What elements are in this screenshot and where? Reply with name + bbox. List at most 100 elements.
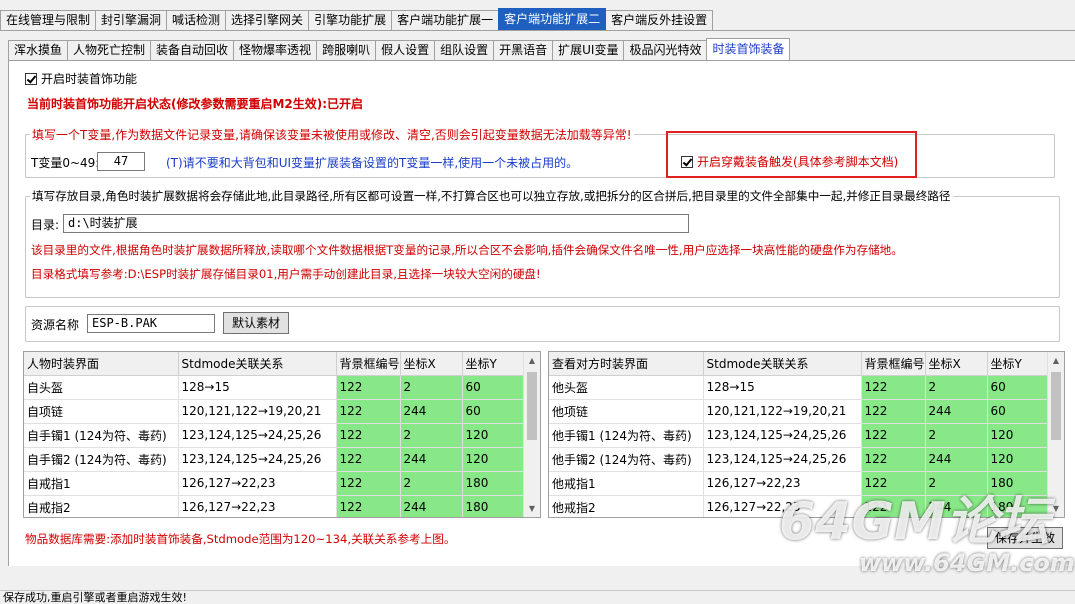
table-cell[interactable]: 122	[861, 447, 926, 472]
table-cell[interactable]: 60	[462, 375, 525, 400]
table-cell[interactable]: 123,124,125→24,25,26	[703, 447, 862, 472]
table-cell[interactable]: 244	[400, 495, 463, 517]
scroll-up-icon[interactable]: ▲	[1048, 352, 1064, 369]
table-cell[interactable]: 123,124,125→24,25,26	[178, 423, 337, 448]
table-row[interactable]: 自头盔 128→15 122 2 60	[24, 375, 525, 400]
table-cell[interactable]: 自项链	[24, 399, 179, 424]
table-cell[interactable]: 60	[987, 375, 1050, 400]
left-fashion-table: 人物时装界面 Stdmode关联关系 背景框编号 坐标X 坐标Y 自头盔 128→…	[23, 351, 541, 518]
table-cell[interactable]: 120,121,122→19,20,21	[703, 399, 862, 424]
tab-engine-vulnerability[interactable]: 封引擎漏洞	[95, 10, 168, 30]
table-cell[interactable]: 120	[987, 423, 1050, 448]
table-cell[interactable]: 120	[987, 447, 1050, 472]
table-cell[interactable]: 180	[462, 495, 525, 517]
table-row[interactable]: 自手镯2 (124为符、毒药) 123,124,125→24,25,26 122 24…	[24, 447, 525, 472]
table-cell[interactable]: 60	[462, 399, 525, 424]
table-row[interactable]: 他项链 120,121,122→19,20,21 122 244 60	[549, 399, 1050, 424]
table-cell[interactable]: 180	[462, 471, 525, 496]
table-cell[interactable]: 自戒指2	[24, 495, 179, 517]
tab-fake-player[interactable]: 假人设置	[375, 40, 436, 60]
table-cell[interactable]: 122	[336, 471, 401, 496]
table-row[interactable]: 自戒指1 126,127→22,23 122 2 180	[24, 471, 525, 496]
tab-drop-rate[interactable]: 怪物爆率透视	[233, 40, 318, 60]
table-cell[interactable]: 122	[336, 399, 401, 424]
table-cell[interactable]: 2	[400, 375, 463, 400]
table-cell[interactable]: 他戒指1	[549, 471, 704, 496]
resource-input[interactable]: ESP-B.PAK	[87, 314, 215, 333]
tab-muddy-fishing[interactable]: 浑水摸鱼	[8, 40, 69, 60]
table-cell[interactable]: 122	[336, 375, 401, 400]
enable-fashion-checkbox[interactable]: 开启时装首饰功能	[25, 70, 137, 87]
table-cell[interactable]: 128→15	[178, 375, 337, 400]
sub-tab-bar: 浑水摸鱼 人物死亡控制 装备自动回收 怪物爆率透视 跨服喇叭 假人设置 组队设置…	[8, 38, 791, 60]
table-cell[interactable]: 122	[861, 423, 926, 448]
table-row[interactable]: 自项链 120,121,122→19,20,21 122 244 60	[24, 399, 525, 424]
tab-death-control[interactable]: 人物死亡控制	[67, 40, 152, 60]
tvar-group-title: 填写一个T变量,作为数据文件记录变量,请确保该变量未被使用或修改、清空,否则会引…	[30, 126, 634, 143]
table-cell[interactable]: 自手镯2 (124为符、毒药)	[24, 447, 179, 472]
table-cell[interactable]: 自头盔	[24, 375, 179, 400]
tab-gateway[interactable]: 选择引擎网关	[225, 10, 310, 30]
table-cell[interactable]: 128→15	[703, 375, 862, 400]
table-cell[interactable]: 120	[462, 423, 525, 448]
table-cell[interactable]: 122	[336, 423, 401, 448]
scroll-thumb[interactable]	[527, 372, 537, 440]
scroll-down-icon[interactable]: ▼	[1048, 500, 1064, 517]
enable-fashion-label: 开启时装首饰功能	[41, 72, 138, 86]
tab-client-extension-2[interactable]: 客户端功能扩展二	[498, 8, 607, 30]
table-cell[interactable]: 自手镯1 (124为符、毒药)	[24, 423, 179, 448]
table-cell[interactable]: 2	[400, 423, 463, 448]
table-cell[interactable]: 123,124,125→24,25,26	[178, 447, 337, 472]
table-cell[interactable]: 2	[925, 423, 988, 448]
scroll-down-icon[interactable]: ▼	[524, 500, 540, 517]
tvar-hint: (T)请不要和大背包和UI变量扩展装备设置的T变量一样,使用一个未被占用的。	[166, 156, 579, 170]
column-header: 坐标X	[925, 352, 988, 376]
tab-client-extension-1[interactable]: 客户端功能扩展一	[391, 10, 500, 30]
table-cell[interactable]: 自戒指1	[24, 471, 179, 496]
default-resource-button[interactable]: 默认素材	[223, 312, 289, 334]
table-cell[interactable]: 2	[400, 471, 463, 496]
table-cell[interactable]: 244	[925, 447, 988, 472]
table-cell[interactable]: 他手镯1 (124为符、毒药)	[549, 423, 704, 448]
table-row[interactable]: 自手镯1 (124为符、毒药) 123,124,125→24,25,26 122 2 1…	[24, 423, 525, 448]
table-cell[interactable]: 126,127→22,23	[178, 495, 337, 517]
table-cell[interactable]: 60	[987, 399, 1050, 424]
table-row[interactable]: 他手镯1 (124为符、毒药) 123,124,125→24,25,26 122 2 1…	[549, 423, 1050, 448]
tab-shout-detection[interactable]: 喊话检测	[166, 10, 227, 30]
scroll-thumb[interactable]	[1051, 372, 1061, 440]
table-cell[interactable]: 122	[336, 495, 401, 517]
table-cell[interactable]: 122	[861, 375, 926, 400]
table-row[interactable]: 他手镯2 (124为符、毒药) 123,124,125→24,25,26 122 24…	[549, 447, 1050, 472]
table-cell[interactable]: 122	[336, 447, 401, 472]
tab-voice-chat[interactable]: 开黑语音	[493, 40, 554, 60]
tab-online-management[interactable]: 在线管理与限制	[0, 10, 97, 30]
tab-anti-cheat[interactable]: 客户端反外挂设置	[605, 10, 714, 30]
table-cell[interactable]: 244	[400, 399, 463, 424]
table-cell[interactable]: 他手镯2 (124为符、毒药)	[549, 447, 704, 472]
table-cell[interactable]: 126,127→22,23	[178, 471, 337, 496]
table-row[interactable]: 自戒指2 126,127→22,23 122 244 180	[24, 495, 525, 517]
dir-input[interactable]: d:\时装扩展	[63, 214, 689, 233]
table-cell[interactable]: 他项链	[549, 399, 704, 424]
tvar-input[interactable]: 47	[97, 152, 145, 171]
tab-flash-effects[interactable]: 极品闪光特效	[623, 40, 708, 60]
table-cell[interactable]: 123,124,125→24,25,26	[703, 423, 862, 448]
table-cell[interactable]: 120	[462, 447, 525, 472]
table-row[interactable]: 他头盔 128→15 122 2 60	[549, 375, 1050, 400]
forum-watermark: 64GM论坛	[779, 492, 1050, 552]
table-cell[interactable]: 他戒指2	[549, 495, 704, 517]
tab-auto-recycle[interactable]: 装备自动回收	[150, 40, 235, 60]
tab-team-settings[interactable]: 组队设置	[434, 40, 495, 60]
tab-cross-server-horn[interactable]: 跨服喇叭	[316, 40, 377, 60]
table-cell[interactable]: 120,121,122→19,20,21	[178, 399, 337, 424]
table-cell[interactable]: 2	[925, 375, 988, 400]
tab-engine-extension[interactable]: 引擎功能扩展	[308, 10, 393, 30]
left-table-scrollbar[interactable]: ▲ ▼	[523, 352, 540, 517]
table-cell[interactable]: 244	[400, 447, 463, 472]
scroll-up-icon[interactable]: ▲	[524, 352, 540, 369]
tab-ui-variables[interactable]: 扩展UI变量	[552, 40, 625, 60]
tab-fashion-jewelry[interactable]: 时装首饰装备	[706, 38, 791, 60]
table-cell[interactable]: 他头盔	[549, 375, 704, 400]
table-cell[interactable]: 122	[861, 399, 926, 424]
table-cell[interactable]: 244	[925, 399, 988, 424]
